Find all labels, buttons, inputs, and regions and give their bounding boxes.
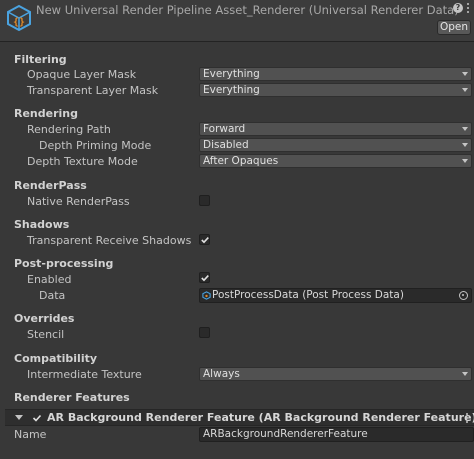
dropdown-value: Everything xyxy=(203,68,260,80)
feature-name-input[interactable]: ARBackgroundRendererFeature xyxy=(199,427,474,442)
help-icon[interactable]: ? xyxy=(453,3,463,13)
transparent-receive-shadows-checkbox[interactable] xyxy=(199,234,210,245)
stencil-checkbox[interactable] xyxy=(199,327,210,338)
section-compatibility: Compatibility xyxy=(14,352,98,365)
depth-priming-mode-dropdown[interactable]: Disabled xyxy=(199,138,472,152)
chevron-down-icon xyxy=(462,127,468,131)
depth-texture-mode-label: Depth Texture Mode xyxy=(27,155,138,168)
inspector-title: New Universal Render Pipeline Asset_Rend… xyxy=(36,3,459,17)
dropdown-value: Disabled xyxy=(203,139,249,151)
post-process-data-asset-icon xyxy=(202,291,211,300)
kebab-menu-icon[interactable] xyxy=(465,413,469,424)
dropdown-value: After Opaques xyxy=(203,155,279,167)
post-processing-data-label: Data xyxy=(39,289,66,302)
object-picker-icon[interactable] xyxy=(459,291,468,300)
chevron-down-icon xyxy=(462,372,468,376)
foldout-arrow-icon[interactable] xyxy=(15,415,23,420)
checkmark-icon xyxy=(201,275,209,282)
post-processing-enabled-label: Enabled xyxy=(27,273,72,286)
rendering-path-label: Rendering Path xyxy=(27,123,111,136)
dropdown-value: Everything xyxy=(203,84,260,96)
feature-name-label: Name xyxy=(14,428,47,441)
transparent-layer-mask-dropdown[interactable]: Everything xyxy=(199,83,472,97)
renderer-data-asset-icon: {} xyxy=(7,4,31,32)
renderer-feature-header[interactable]: AR Background Renderer Feature (AR Backg… xyxy=(5,409,474,426)
depth-priming-mode-label: Depth Priming Mode xyxy=(39,139,152,152)
native-renderpass-checkbox[interactable] xyxy=(199,195,210,206)
intermediate-texture-dropdown[interactable]: Always xyxy=(199,367,472,381)
opaque-layer-mask-dropdown[interactable]: Everything xyxy=(199,67,472,81)
dropdown-value: Always xyxy=(203,368,240,380)
renderer-feature-title: AR Background Renderer Feature (AR Backg… xyxy=(47,411,474,424)
dropdown-value: Forward xyxy=(203,123,246,135)
intermediate-texture-label: Intermediate Texture xyxy=(27,368,142,381)
opaque-layer-mask-label: Opaque Layer Mask xyxy=(27,68,137,81)
post-process-data-field[interactable]: PostProcessData (Post Process Data) xyxy=(199,288,472,303)
chevron-down-icon xyxy=(462,143,468,147)
chevron-down-icon xyxy=(462,159,468,163)
object-field-value: PostProcessData (Post Process Data) xyxy=(212,289,404,301)
checkmark-icon xyxy=(201,237,209,244)
text-field-value: ARBackgroundRendererFeature xyxy=(203,428,368,440)
post-processing-enabled-checkbox[interactable] xyxy=(199,272,210,283)
stencil-label: Stencil xyxy=(27,328,65,341)
section-overrides: Overrides xyxy=(14,312,75,325)
inspector-header: {} New Universal Render Pipeline Asset_R… xyxy=(0,0,474,42)
section-renderer-features: Renderer Features xyxy=(14,391,130,404)
svg-text:{}: {} xyxy=(13,17,25,28)
rendering-path-dropdown[interactable]: Forward xyxy=(199,122,472,136)
section-filtering: Filtering xyxy=(14,53,67,66)
section-post-processing: Post-processing xyxy=(14,257,114,270)
open-button[interactable]: Open xyxy=(437,20,471,35)
chevron-down-icon xyxy=(462,88,468,92)
transparent-receive-shadows-label: Transparent Receive Shadows xyxy=(27,234,192,247)
kebab-menu-icon[interactable] xyxy=(466,3,470,14)
section-renderpass: RenderPass xyxy=(14,179,87,192)
feature-enabled-checkmark-icon[interactable] xyxy=(32,413,42,423)
native-renderpass-label: Native RenderPass xyxy=(27,195,130,208)
depth-texture-mode-dropdown[interactable]: After Opaques xyxy=(199,154,472,168)
transparent-layer-mask-label: Transparent Layer Mask xyxy=(27,84,159,97)
section-rendering: Rendering xyxy=(14,107,78,120)
chevron-down-icon xyxy=(462,72,468,76)
section-shadows: Shadows xyxy=(14,218,70,231)
